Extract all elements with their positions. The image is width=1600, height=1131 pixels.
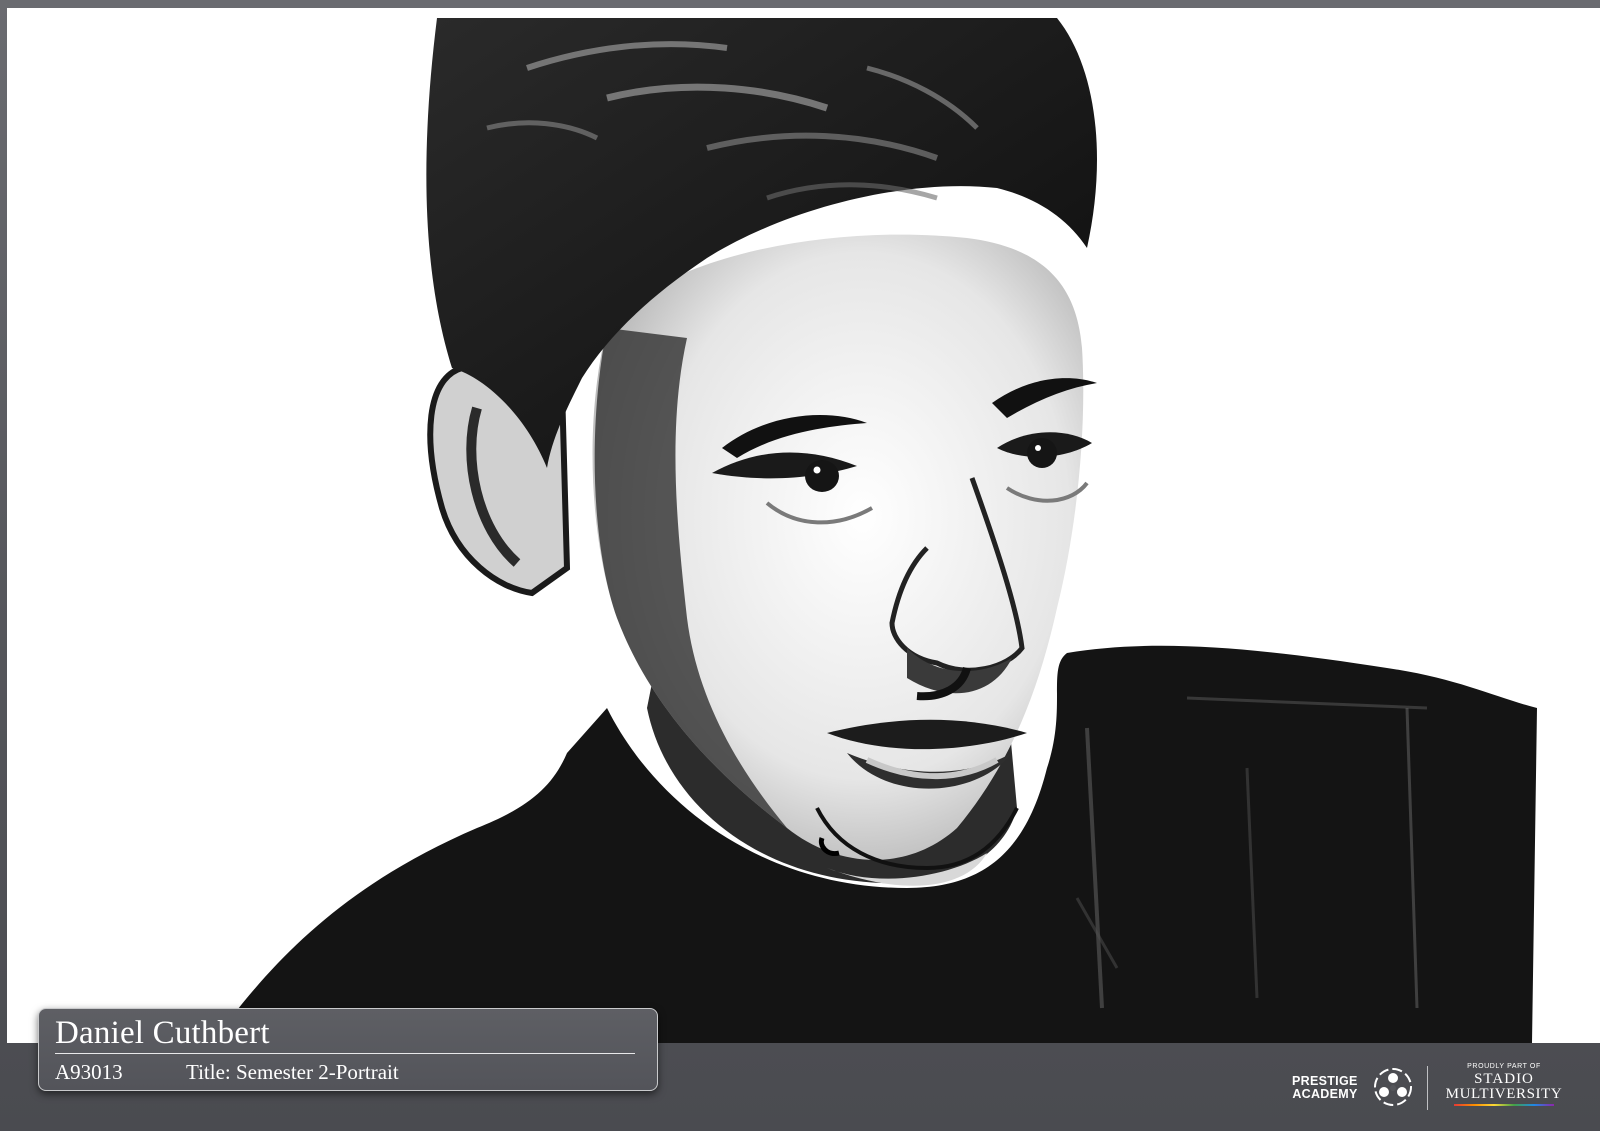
proudly-part-of-label: PROUDLY PART OF bbox=[1467, 1063, 1541, 1070]
student-id: A93013 bbox=[55, 1060, 123, 1084]
prestige-academy-logo: PRESTIGE ACADEMY bbox=[1292, 1075, 1358, 1101]
brand-divider bbox=[1427, 1066, 1428, 1110]
rainbow-bar-icon bbox=[1454, 1104, 1554, 1106]
artist-name: Daniel Cuthbert bbox=[55, 1015, 270, 1051]
caption-divider bbox=[55, 1053, 635, 1054]
prestige-line2: ACADEMY bbox=[1292, 1087, 1358, 1101]
artwork-title: Title: Semester 2-Portrait bbox=[186, 1060, 399, 1084]
prestige-emblem-icon bbox=[1374, 1068, 1412, 1106]
caption-card: Daniel Cuthbert A93013 Title: Semester 2… bbox=[38, 1008, 658, 1091]
stadio-label: STADIO bbox=[1474, 1071, 1534, 1087]
portrait-artwork bbox=[7, 8, 1600, 1043]
multiversity-label: MULTIVERSITY bbox=[1445, 1086, 1563, 1102]
stadio-multiversity-logo: PROUDLY PART OF STADIO MULTIVERSITY bbox=[1440, 1063, 1568, 1106]
